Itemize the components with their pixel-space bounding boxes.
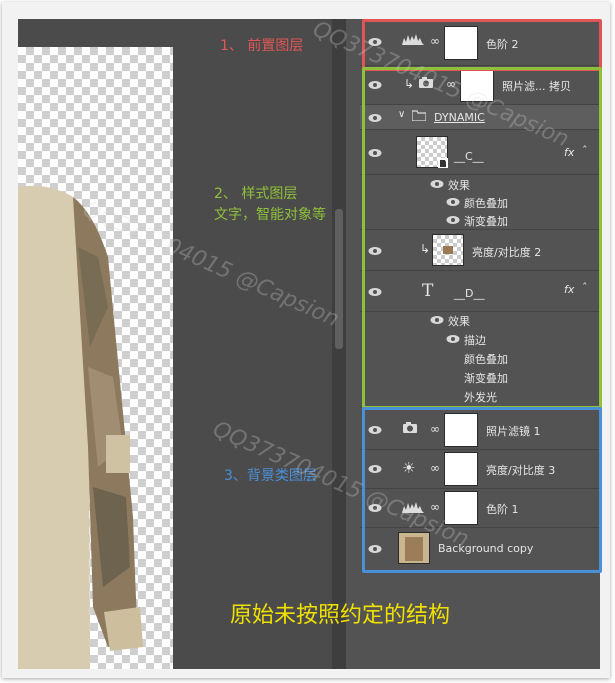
- visibility-eye-icon[interactable]: [368, 80, 388, 92]
- screenshot-frame: ∞ 色阶 2 ↳ ∞ 照片滤... 拷贝 ∨ DYNAMIC __C__ fx …: [2, 2, 610, 678]
- fx-icon[interactable]: fx: [564, 146, 574, 159]
- link-chain-icon[interactable]: ∞: [430, 422, 440, 436]
- collapse-effects-icon[interactable]: ˆ: [582, 281, 588, 294]
- effect-label: 外发光: [464, 391, 497, 404]
- annotation-style-title: 2、 样式图层: [214, 186, 298, 202]
- layer-mask-thumbnail: [444, 452, 478, 486]
- background-thumbnail: [398, 532, 430, 564]
- photoshop-canvas-area: [18, 19, 348, 669]
- panel-divider: [346, 19, 360, 669]
- effect-label: 颜色叠加: [464, 197, 508, 210]
- layer-photo-filter-1[interactable]: ∞ 照片滤镜 1: [360, 411, 600, 450]
- annotation-style-subtitle: 文字，智能对象等: [214, 207, 326, 223]
- text-layer-icon: T: [422, 281, 434, 301]
- visibility-eye-icon[interactable]: [368, 544, 388, 556]
- layer-name: 色阶 1: [486, 503, 519, 516]
- visibility-eye-icon[interactable]: [446, 334, 466, 346]
- effect-outer-glow[interactable]: 外发光: [360, 387, 600, 408]
- layer-brightness-2[interactable]: ↳ 亮度/对比度 2: [360, 230, 600, 271]
- layer-name: 照片滤... 拷贝: [502, 80, 571, 93]
- caption: 原始未按照约定的结构: [230, 603, 451, 628]
- link-chain-icon[interactable]: ∞: [430, 461, 440, 475]
- link-chain-icon[interactable]: ∞: [430, 34, 440, 48]
- effect-stroke[interactable]: 描边: [360, 330, 600, 348]
- visibility-eye-icon[interactable]: [368, 246, 388, 258]
- visibility-eye-icon[interactable]: [368, 287, 388, 299]
- visibility-eye-icon[interactable]: [446, 197, 466, 209]
- effect-color-overlay[interactable]: 颜色叠加: [360, 349, 600, 367]
- scrollbar-thumb[interactable]: [335, 209, 343, 349]
- layer-mask-thumbnail: [444, 26, 478, 60]
- folder-icon: [411, 110, 427, 124]
- visibility-eye-icon[interactable]: [430, 179, 450, 191]
- effect-gradient-overlay[interactable]: 渐变叠加: [360, 368, 600, 386]
- chevron-down-icon[interactable]: ∨: [398, 109, 405, 120]
- visibility-eye-icon[interactable]: [368, 464, 388, 476]
- visibility-eye-icon[interactable]: [368, 425, 388, 437]
- smart-object-thumbnail: [416, 136, 448, 168]
- layer-background-copy[interactable]: Background copy: [360, 528, 600, 568]
- annotation-foreground: 1、 前置图层: [220, 38, 304, 54]
- collapse-effects-icon[interactable]: ˆ: [582, 144, 588, 157]
- effects-label: 效果: [448, 179, 470, 192]
- visibility-eye-icon[interactable]: [446, 215, 466, 227]
- layer-name: 照片滤镜 1: [486, 425, 541, 438]
- layer-thumbnail: [432, 234, 464, 266]
- effects-label: 效果: [448, 315, 470, 328]
- visibility-eye-icon[interactable]: [430, 315, 450, 327]
- clipping-arrow-icon: ↳: [420, 242, 431, 256]
- visibility-eye-icon[interactable]: [368, 148, 388, 160]
- fx-icon[interactable]: fx: [564, 283, 574, 296]
- canvas-scrollbar[interactable]: [332, 19, 346, 669]
- levels-histogram-icon: [402, 33, 424, 48]
- layer-brightness-3[interactable]: ☀ ∞ 亮度/对比度 3: [360, 450, 600, 489]
- effect-label: 渐变叠加: [464, 372, 508, 385]
- effect-color-overlay[interactable]: 颜色叠加: [360, 193, 600, 211]
- effect-gradient-overlay[interactable]: 渐变叠加: [360, 211, 600, 230]
- sleeve-patch: [106, 435, 130, 473]
- shirt-image: [18, 185, 143, 669]
- layer-mask-thumbnail: [444, 413, 478, 447]
- layer-name: 亮度/对比度 3: [486, 464, 556, 477]
- effect-label: 颜色叠加: [464, 353, 508, 366]
- document-canvas[interactable]: [18, 47, 173, 669]
- camera-filter-icon: [402, 421, 418, 437]
- effects-row[interactable]: 效果: [360, 311, 600, 329]
- layer-name: __D__: [454, 287, 485, 300]
- effect-label: 描边: [464, 334, 486, 347]
- effects-row[interactable]: 效果: [360, 175, 600, 193]
- layer-name: 色阶 2: [486, 38, 519, 51]
- visibility-eye-icon[interactable]: [368, 113, 388, 125]
- layer-name: 亮度/对比度 2: [472, 246, 542, 259]
- brightness-sun-icon: ☀: [402, 459, 416, 477]
- effect-label: 渐变叠加: [464, 215, 508, 228]
- layer-name: __C__: [454, 150, 484, 163]
- layer-d[interactable]: T __D__ fx ˆ: [360, 271, 600, 312]
- layers-panel: ∞ 色阶 2 ↳ ∞ 照片滤... 拷贝 ∨ DYNAMIC __C__ fx …: [360, 19, 600, 669]
